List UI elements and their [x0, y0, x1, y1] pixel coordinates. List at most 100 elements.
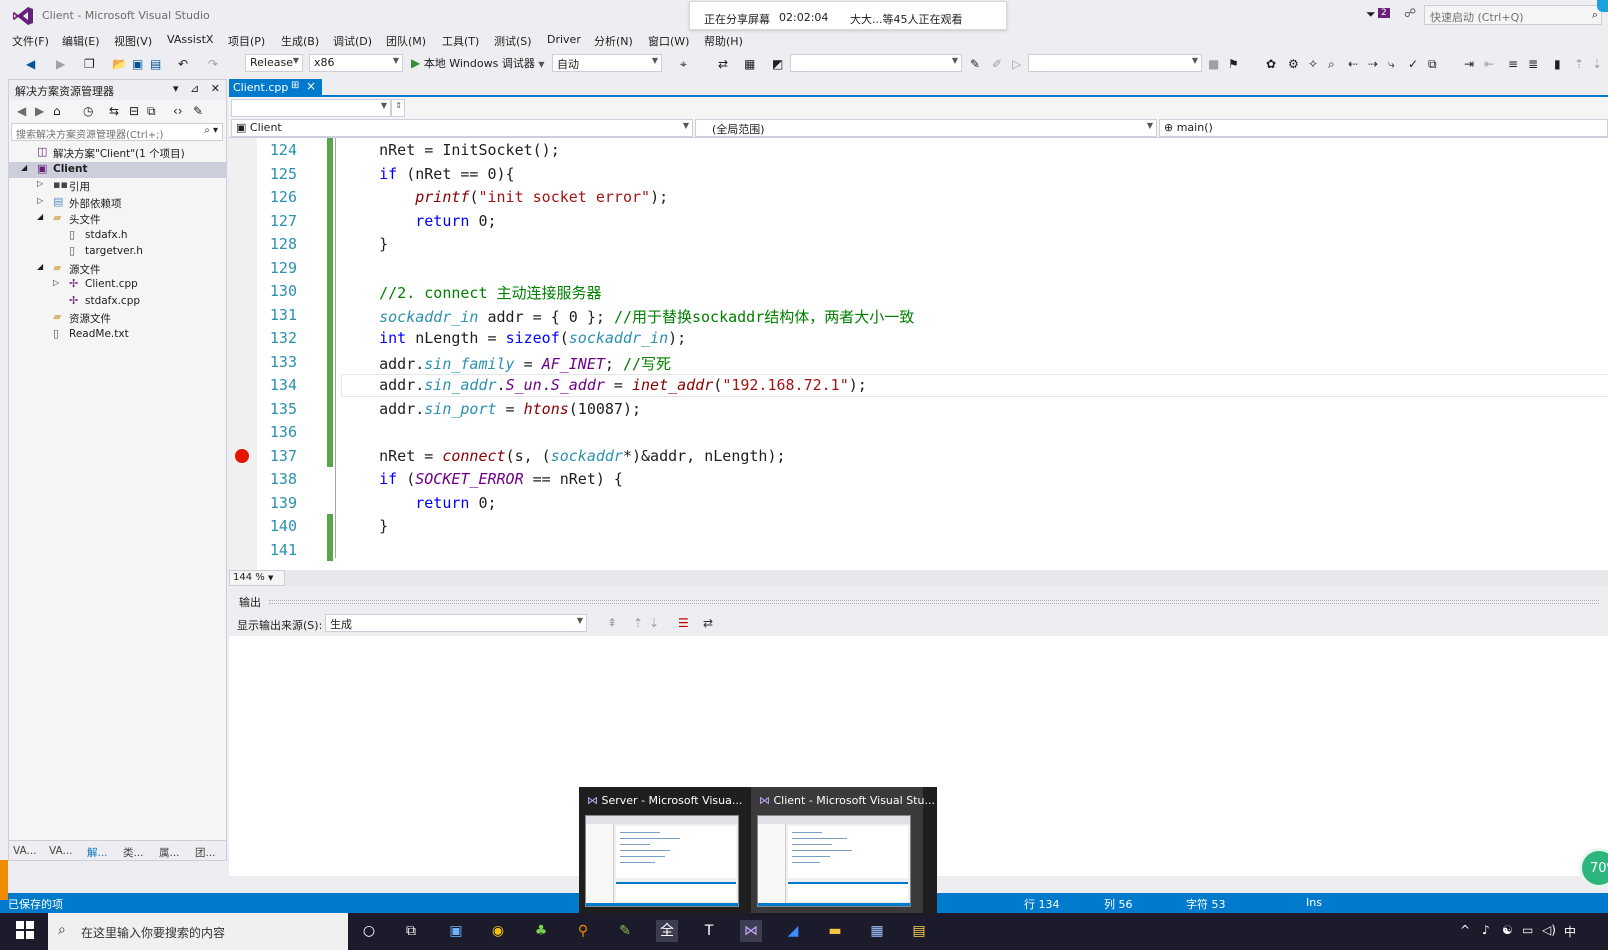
menu-vassistx[interactable]: VAssistX: [167, 33, 213, 46]
tab-team-explorer[interactable]: 团...: [195, 845, 216, 860]
code-line[interactable]: 133 addr.sin_family = AF_INET; //写死: [229, 349, 1608, 373]
va-tool-5-icon[interactable]: ⌕: [1328, 57, 1335, 72]
platform-select[interactable]: x86 ▼: [309, 54, 403, 72]
breakpoint-icon[interactable]: [235, 448, 249, 463]
windows-start-icon[interactable]: [16, 921, 34, 939]
thumbnail-client-window[interactable]: ⋈ Client - Microsoft Visual Stu...: [751, 787, 935, 915]
chrome-icon[interactable]: ◉: [487, 920, 509, 942]
find-in-files-icon[interactable]: ⌖: [680, 57, 687, 72]
save-all-icon[interactable]: ▤: [150, 57, 161, 71]
full-app-icon[interactable]: 全: [656, 920, 678, 942]
code-line[interactable]: 128 }: [229, 232, 1608, 256]
editor-horizontal-scrollbar[interactable]: [285, 570, 1608, 586]
output-source-select[interactable]: 生成 ▼: [325, 614, 587, 632]
expand-arrow-icon[interactable]: ▷: [37, 196, 43, 205]
collapse-all-icon[interactable]: ⊟: [129, 104, 139, 118]
code-line[interactable]: 127 return 0;: [229, 208, 1608, 232]
tree-item[interactable]: ▯ stdafx.h: [9, 228, 226, 245]
corner-widget-icon[interactable]: [1597, 0, 1608, 12]
feedback-icon[interactable]: ☍: [1404, 6, 1416, 20]
comment-icon[interactable]: ▦: [744, 57, 755, 71]
menu-driver[interactable]: Driver: [547, 33, 581, 46]
tree-item[interactable]: ◢ ▰ 头文件: [9, 211, 226, 228]
va-tool-1-icon[interactable]: ⚑: [1228, 57, 1239, 71]
va-tool-10-icon[interactable]: ⧉: [1428, 57, 1437, 72]
pin-icon[interactable]: ⊿: [190, 82, 199, 95]
menu-file[interactable]: 文件(F): [12, 33, 49, 49]
va-tool-8-icon[interactable]: ⤷: [1388, 57, 1395, 72]
panel-grip[interactable]: [269, 600, 1599, 604]
tree-item[interactable]: ◢ ▣ Client: [9, 161, 226, 178]
view-code-icon[interactable]: ‹›: [173, 104, 183, 118]
start-debugging-button[interactable]: ▶ 本地 Windows 调试器 ▼: [411, 55, 545, 71]
notes-app-icon[interactable]: ✎: [614, 920, 636, 942]
menu-help[interactable]: 帮助(H): [704, 33, 743, 49]
collapse-arrow-icon[interactable]: ◢: [37, 212, 43, 221]
code-line[interactable]: 141: [229, 537, 1608, 561]
tab-solution-explorer[interactable]: 解...: [87, 845, 108, 860]
outdent-icon[interactable]: ⇤: [1484, 57, 1494, 71]
menu-view[interactable]: 视图(V): [114, 33, 152, 49]
thumbnail-server-window[interactable]: ⋈ Server - Microsoft Visua...: [579, 787, 751, 915]
forward-icon[interactable]: ▶: [35, 104, 44, 118]
next-bookmark-icon[interactable]: ⇣: [1592, 57, 1602, 71]
history-icon[interactable]: ◷: [83, 104, 93, 118]
prev-bookmark-icon[interactable]: ⇡: [1574, 57, 1584, 71]
tree-item[interactable]: ◢ ▰ 源文件: [9, 261, 226, 278]
tree-item[interactable]: ▯ ReadMe.txt: [9, 327, 226, 344]
code-line[interactable]: 131 sockaddr_in addr = { 0 }; //用于替换sock…: [229, 302, 1608, 326]
calculator-icon[interactable]: ▦: [866, 920, 888, 942]
code-line[interactable]: 139 return 0;: [229, 491, 1608, 515]
back-icon[interactable]: ◀: [17, 104, 26, 118]
properties-icon[interactable]: ✎: [193, 104, 203, 118]
back-icon[interactable]: ◀: [26, 57, 35, 71]
taskbar-search-input[interactable]: ⌕ 在这里输入你要搜索的内容: [48, 913, 348, 950]
project-select[interactable]: ▣ Client ▼: [231, 119, 693, 137]
va-tool-6-icon[interactable]: ⇠: [1348, 57, 1358, 71]
ime-indicator[interactable]: 中: [1564, 923, 1576, 940]
collapse-arrow-icon[interactable]: ◢: [37, 262, 43, 271]
target-combo[interactable]: ▼: [1028, 54, 1202, 72]
new-project-icon[interactable]: ❐: [84, 57, 95, 71]
redo-icon[interactable]: ↷: [208, 57, 218, 71]
zoom-select[interactable]: 144 % ▼: [229, 570, 285, 586]
file-explorer-icon[interactable]: ▬: [824, 920, 846, 942]
pin-icon[interactable]: ⊞: [291, 80, 299, 91]
tree-item[interactable]: ▯ targetver.h: [9, 244, 226, 261]
code-line[interactable]: 130 //2. connect 主动连接服务器: [229, 279, 1608, 303]
prev-message-icon[interactable]: ⇡: [633, 616, 643, 630]
tree-item[interactable]: ▷ ▪▪ 引用: [9, 178, 226, 195]
undo-icon[interactable]: ↶: [178, 57, 188, 71]
tab-va-outline[interactable]: VA...: [49, 845, 73, 857]
tray-app-icon[interactable]: ☯: [1502, 923, 1513, 937]
open-file-icon[interactable]: 📂: [112, 57, 127, 71]
code-line[interactable]: 137 nRet = connect(s, (sockaddr*)&addr, …: [229, 443, 1608, 467]
next-message-icon[interactable]: ⇣: [649, 616, 659, 630]
comment-lines-icon[interactable]: ≡: [1508, 57, 1518, 71]
edge-icon[interactable]: ◢: [782, 920, 804, 942]
save-icon[interactable]: ▣: [132, 57, 143, 71]
va-context-split[interactable]: ⇕: [391, 99, 405, 117]
solution-search-input[interactable]: 搜索解决方案资源管理器(Ctrl+;) ⌕ ▾: [11, 123, 223, 141]
pencil-icon[interactable]: ✐: [992, 57, 1002, 71]
notification-flag-icon[interactable]: ⏷: [1366, 7, 1376, 22]
tab-va-view[interactable]: VA...: [13, 845, 37, 857]
va-context-select[interactable]: ▼: [231, 99, 391, 117]
task-view-icon[interactable]: ⧉: [400, 920, 422, 942]
menu-test[interactable]: 测试(S): [494, 33, 532, 49]
scope-select[interactable]: (全局范围) ▼: [695, 119, 1157, 137]
menu-analyze[interactable]: 分析(N): [594, 33, 633, 49]
tab-class-view[interactable]: 类...: [123, 845, 144, 860]
code-line[interactable]: 140 }: [229, 514, 1608, 538]
code-line[interactable]: 136: [229, 420, 1608, 444]
tree-item[interactable]: ▷ ▤ 外部依赖项: [9, 195, 226, 212]
notification-count[interactable]: 2: [1378, 8, 1390, 18]
menu-project[interactable]: 项目(P): [228, 33, 265, 49]
auto-select[interactable]: 自动 ▼: [552, 54, 662, 72]
stop-icon[interactable]: ■: [1208, 57, 1219, 71]
network-icon[interactable]: ▭: [1522, 923, 1533, 937]
home-icon[interactable]: ⌂: [53, 104, 61, 118]
code-line[interactable]: 129: [229, 255, 1608, 279]
close-icon[interactable]: ✕: [211, 82, 220, 95]
code-line[interactable]: 138 if (SOCKET_ERROR == nRet) {: [229, 467, 1608, 491]
